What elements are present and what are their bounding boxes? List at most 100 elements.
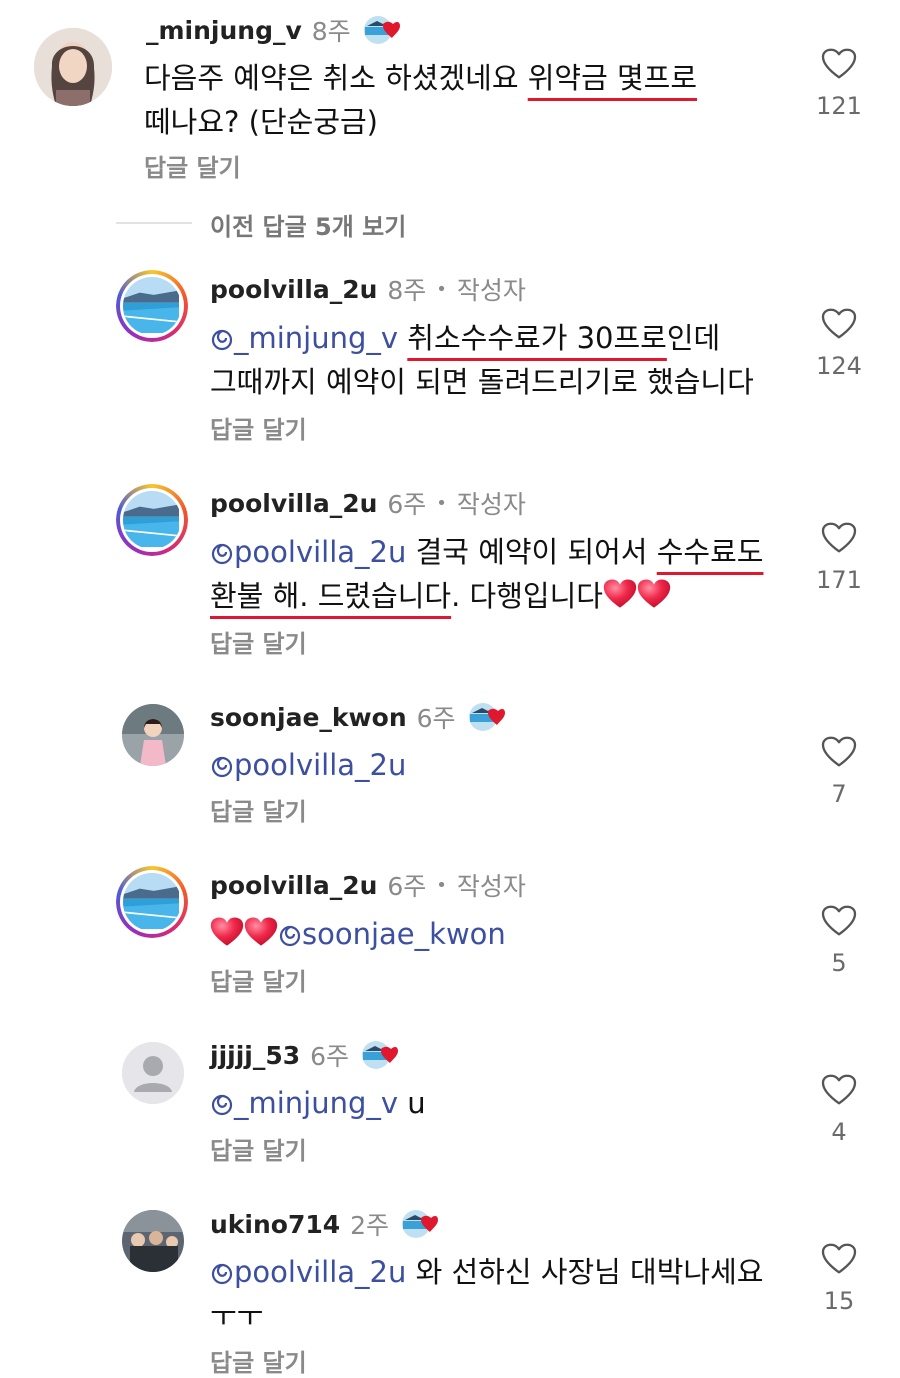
mention-link[interactable]: _minjung_v	[210, 1086, 398, 1120]
mention-text: poolvilla_2u	[234, 748, 407, 782]
pool-villa-photo	[123, 491, 179, 547]
heart-emoji-icon	[603, 578, 637, 610]
avatar[interactable]	[122, 1210, 184, 1272]
like-count: 121	[816, 92, 862, 120]
comment-text-part: ㅜㅜ	[210, 1299, 264, 1333]
author-tag: 작성자	[456, 872, 526, 901]
mention-text: _minjung_v	[234, 1086, 399, 1120]
author-tag: 작성자	[456, 490, 526, 519]
mention-text: poolvilla_2u	[234, 535, 407, 569]
timestamp: 8주	[311, 17, 351, 46]
comment-text: 다음주 예약은 취소 하셨겠네요 위약금 몇프로 떼나요? (단순궁금)	[144, 56, 764, 144]
comment-text-part: 결국 예약이 되어서	[415, 535, 657, 569]
poolvilla-heart-badge-icon	[466, 702, 506, 732]
heart-outline-icon[interactable]	[821, 905, 857, 937]
mention-link[interactable]: soonjae_kwon	[278, 917, 506, 951]
username[interactable]: ukino714	[210, 1210, 340, 1239]
like-control: 124	[804, 308, 874, 380]
mention-icon	[210, 754, 234, 778]
username[interactable]: jjjjj_53	[210, 1041, 300, 1070]
reply-button[interactable]: 답글 달기	[210, 410, 307, 445]
mention-link[interactable]: poolvilla_2u	[210, 1255, 406, 1289]
comment-text-part: 인데	[666, 321, 721, 355]
comment-text: poolvilla_2u 와 선하신 사장님 대박나세요 ㅜㅜ	[210, 1250, 790, 1338]
default-user-icon	[122, 1042, 184, 1104]
profile-photo	[34, 28, 112, 106]
comment-text: soonjae_kwon	[210, 912, 790, 956]
like-control: 5	[804, 905, 874, 977]
avatar[interactable]	[122, 704, 184, 766]
underlined-text: 위약금 몇프로	[527, 61, 698, 95]
comment-text-part: 다음주 예약은 취소 하셨겠네요	[144, 61, 528, 95]
heart-outline-icon[interactable]	[821, 308, 857, 340]
poolvilla-heart-badge-icon	[399, 1209, 439, 1239]
timestamp: 6주	[416, 704, 456, 733]
username[interactable]: poolvilla_2u	[210, 489, 377, 518]
reply-button[interactable]: 답글 달기	[210, 624, 307, 659]
view-previous-replies-button[interactable]: 이전 답글 5개 보기	[210, 207, 406, 242]
poolvilla-heart-badge-icon	[361, 15, 401, 45]
reply-button[interactable]: 답글 달기	[210, 1131, 307, 1166]
avatar[interactable]	[116, 484, 188, 556]
comment-header: poolvilla_2u 6주 • 작성자	[210, 486, 526, 520]
avatar[interactable]	[122, 1042, 184, 1104]
like-control: 15	[804, 1243, 874, 1315]
avatar[interactable]	[116, 270, 188, 342]
mention-link[interactable]: poolvilla_2u	[210, 748, 406, 782]
comment-text-part: 떼나요? (단순궁금)	[144, 105, 378, 139]
reply-button[interactable]: 답글 달기	[144, 148, 241, 183]
reply-button[interactable]: 답글 달기	[210, 962, 307, 997]
poolvilla-heart-badge-icon	[359, 1040, 399, 1070]
reply-button[interactable]: 답글 달기	[210, 1343, 307, 1378]
comment-text: _minjung_v u	[210, 1081, 790, 1125]
username[interactable]: poolvilla_2u	[210, 871, 377, 900]
underlined-text: 취소수수료가 30프로	[407, 321, 667, 355]
timestamp: 6주	[310, 1042, 350, 1071]
reply-button[interactable]: 답글 달기	[210, 792, 307, 827]
mention-icon	[278, 923, 302, 947]
comment-header: _minjung_v 8주	[146, 13, 401, 47]
timestamp: 2주	[350, 1211, 390, 1240]
separator-dot: •	[436, 278, 447, 300]
mention-link[interactable]: _minjung_v	[210, 321, 398, 355]
mention-text: poolvilla_2u	[234, 1255, 407, 1289]
mention-link[interactable]: poolvilla_2u	[210, 535, 406, 569]
comment-text-part: u	[398, 1086, 426, 1120]
timestamp: 6주	[387, 490, 427, 519]
comment-text-part: . 다행입니다	[451, 579, 603, 613]
underlined-text: 환불 해. 드렸습니다	[210, 579, 452, 613]
username[interactable]: _minjung_v	[146, 16, 302, 45]
like-count: 7	[831, 780, 847, 808]
avatar[interactable]	[34, 28, 112, 106]
heart-outline-icon[interactable]	[821, 736, 857, 768]
comment-text: poolvilla_2u 결국 예약이 되어서 수수료도 환불 해. 드렸습니다…	[210, 530, 800, 618]
like-control: 121	[804, 48, 874, 120]
divider	[116, 222, 192, 224]
pool-villa-photo	[123, 277, 179, 333]
comment-text: _minjung_v 취소수수료가 30프로인데 그때까지 예약이 되면 돌려드…	[210, 316, 790, 404]
heart-outline-icon[interactable]	[821, 1243, 857, 1275]
heart-outline-icon[interactable]	[821, 48, 857, 80]
comment-header: poolvilla_2u 8주 • 작성자	[210, 272, 526, 306]
like-count: 15	[823, 1287, 855, 1315]
timestamp: 8주	[387, 276, 427, 305]
heart-outline-icon[interactable]	[821, 1074, 857, 1106]
comment-text-part: 와 선하신 사장님 대박나세요	[406, 1255, 764, 1289]
comment-header: ukino714 2주	[210, 1207, 439, 1241]
heart-emoji-icon	[637, 578, 671, 610]
mention-text: soonjae_kwon	[302, 917, 506, 951]
mention-text: _minjung_v	[234, 321, 399, 355]
like-count: 5	[831, 949, 847, 977]
heart-emoji-icon	[210, 916, 244, 948]
like-count: 171	[816, 566, 862, 594]
underlined-text: 수수료도	[656, 535, 764, 569]
avatar[interactable]	[116, 866, 188, 938]
mention-icon	[210, 1092, 234, 1116]
heart-outline-icon[interactable]	[821, 522, 857, 554]
like-count: 124	[816, 352, 862, 380]
username[interactable]: soonjae_kwon	[210, 703, 407, 732]
mention-icon	[210, 541, 234, 565]
like-count: 4	[831, 1118, 847, 1146]
comment-text: poolvilla_2u	[210, 743, 790, 787]
username[interactable]: poolvilla_2u	[210, 275, 377, 304]
